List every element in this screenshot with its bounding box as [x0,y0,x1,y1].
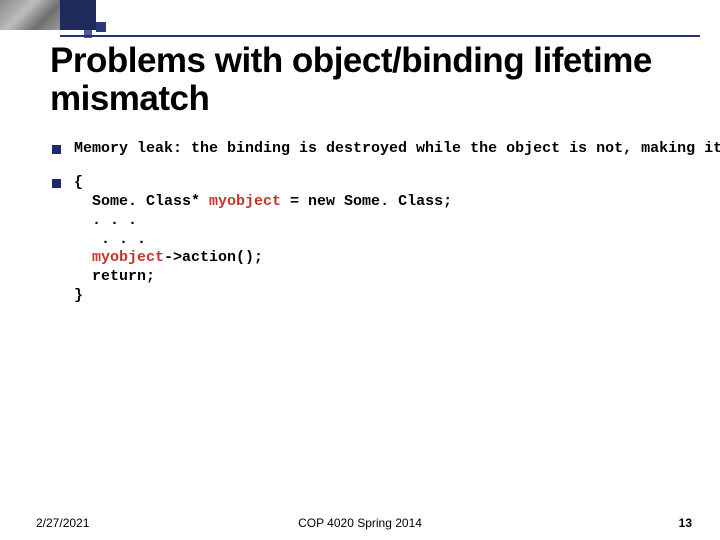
code-block: { Some. Class* myobject = new Some. Clas… [74,174,680,305]
bullet-item: { Some. Class* myobject = new Some. Clas… [50,174,680,305]
slide-title: Problems with object/binding lifetime mi… [50,42,680,118]
bullet-text: Memory leak: the binding is destroyed wh… [74,140,680,159]
slide-body: Problems with object/binding lifetime mi… [50,42,680,322]
bullet-item: Memory leak: the binding is destroyed wh… [50,140,680,159]
bullet-list: Memory leak: the binding is destroyed wh… [50,140,680,306]
slide-corner-decoration [0,0,120,36]
footer-course: COP 4020 Spring 2014 [0,516,720,530]
footer-page-number: 13 [679,516,692,530]
